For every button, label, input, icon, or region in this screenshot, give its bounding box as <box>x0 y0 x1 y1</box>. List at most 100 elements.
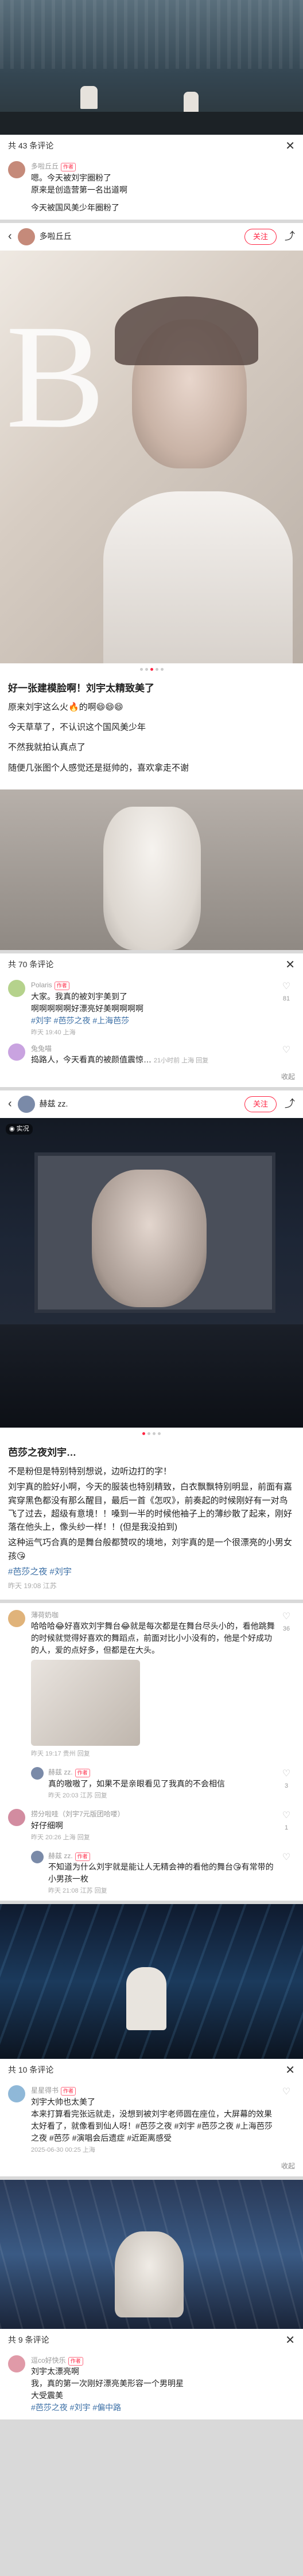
author-badge: 作者 <box>54 981 69 990</box>
comment-meta: 昨天 21:08 江苏 回复 <box>48 1887 107 1895</box>
comment-text: 大受震美 <box>31 2391 63 2401</box>
post-photo-2[interactable] <box>0 789 303 950</box>
like-icon[interactable]: ♡ <box>278 1809 295 1823</box>
carousel-dots <box>0 663 303 675</box>
reply: 赫兹 zz. 作者 真的嗷嗷了，如果不是亲眼看见了我真的不会相信 昨天 20:03… <box>0 1765 303 1805</box>
close-icon[interactable]: ✕ <box>285 140 295 152</box>
stage-photo[interactable] <box>0 0 303 135</box>
post-title: 好一张建模脸啊！刘宇太精致美了 <box>8 682 154 694</box>
comment-text: 今天被国风美少年圈粉了 <box>31 202 119 212</box>
author-badge: 作者 <box>75 1769 90 1778</box>
avatar[interactable] <box>8 2355 25 2372</box>
comment-author[interactable]: 星星得书 <box>31 2086 59 2094</box>
comments-header: 共 43 条评论 ✕ <box>0 135 303 158</box>
close-icon[interactable]: ✕ <box>285 2335 295 2346</box>
back-icon[interactable]: ‹ <box>8 1095 12 1113</box>
panel-post-1: ‹ 多啦丘丘 关注 ⤴ B 好一张建模脸啊！刘宇太精致美了 原来刘宇这么火🔥的啊… <box>0 222 303 950</box>
collapse-button[interactable]: 收起 <box>0 2161 303 2172</box>
comment: 捞分啦哇（刘宇7元版团哈喽） 好仔细啊 昨天 20:26 上海 回复 ♡ 1 <box>0 1805 303 1848</box>
carousel-dots <box>0 1428 303 1440</box>
comment-text: 原来是创造营第一名出道啊 <box>31 185 127 194</box>
comments-header: 共 9 条评论 ✕ <box>0 2329 303 2352</box>
collapse-button[interactable]: 收起 <box>0 1072 303 1082</box>
comment-author[interactable]: 赫兹 zz. <box>48 1852 73 1860</box>
author-bar: ‹ 多啦丘丘 关注 ⤴ <box>0 223 303 251</box>
comment-author[interactable]: 赫兹 zz. <box>48 1768 73 1776</box>
comment: 兔兔喵 捣路人，今天看真的被颜值震惊… 21小时前 上海 回复 ♡ <box>0 1043 303 1072</box>
avatar[interactable] <box>17 228 35 245</box>
comment-text: 刘宇大帅也太美了 <box>31 2097 95 2106</box>
comment-author[interactable]: 捞分啦哇（刘宇7元版团哈喽） <box>31 1809 278 1820</box>
post-text: 这种运气巧合真的是舞台般都赞叹的境地，刘宇真的是一个很漂亮的小男女孩😘 <box>8 1538 293 1561</box>
author-badge: 作者 <box>61 163 76 171</box>
avatar[interactable] <box>8 979 25 997</box>
share-icon[interactable]: ⤴ <box>285 229 295 245</box>
like-icon[interactable]: ♡ <box>278 1851 295 1865</box>
avatar[interactable] <box>8 1043 25 1061</box>
comment-author[interactable]: 兔兔喵 <box>31 1043 278 1054</box>
post-text: 原来刘宇这么火🔥的啊😄😄😄 <box>8 702 123 712</box>
panel-comments-5: 共 9 条评论 ✕ 逗co好快乐 作者 刘宇太漂亮啊 我，真的第一次刚好漂亮美形容… <box>0 2179 303 2420</box>
comment: 多啦丘丘 作者 嗯。今天被刘宇圈粉了 原来是创造营第一名出道啊 今天被国风美少年圈… <box>0 158 303 220</box>
post-tags[interactable]: #芭莎之夜 #刘宇 <box>8 1565 295 1578</box>
live-badge: ◉ 实况 <box>6 1123 33 1135</box>
comment-text: 刘宇太漂亮啊 <box>31 2367 79 2376</box>
follow-button[interactable]: 关注 <box>244 228 277 245</box>
like-icon[interactable]: ♡ <box>278 2085 295 2100</box>
panel-comments-3: 薄荷奶咖 哈哈哈😂好喜欢刘宇舞台😂就是每次都是在舞台尽头小的，看他跳舞的时候就觉… <box>0 1602 303 1901</box>
author-name[interactable]: 多啦丘丘 <box>40 230 244 243</box>
comment-text: 哈哈哈😂好喜欢刘宇舞台😂就是每次都是在舞台尽头小的，看他跳舞的时候就觉得好喜欢的… <box>31 1621 275 1655</box>
comment-text: 好仔细啊 <box>31 1820 63 1830</box>
comment-author[interactable]: 薄荷奶咖 <box>31 1610 278 1621</box>
avatar[interactable] <box>17 1095 35 1113</box>
author-name[interactable]: 赫兹 zz. <box>40 1098 244 1111</box>
comment: 薄荷奶咖 哈哈哈😂好喜欢刘宇舞台😂就是每次都是在舞台尽头小的，看他跳舞的时候就觉… <box>0 1603 303 1765</box>
comment-author[interactable]: Polaris <box>31 981 52 989</box>
author-bar: ‹ 赫兹 zz. 关注 ⤴ <box>0 1090 303 1118</box>
comment-text: 大家。我真的被刘宇美到了 <box>31 991 127 1001</box>
like-count: 36 <box>282 1625 290 1632</box>
comments-header: 共 10 条评论 ✕ <box>0 2059 303 2082</box>
comment-author[interactable]: 逗co好快乐 <box>31 2356 66 2364</box>
comment-meta: 昨天 19:17 贵州 回复 <box>31 1750 90 1758</box>
avatar[interactable] <box>31 1767 44 1780</box>
comment-tags[interactable]: #刘宇 #芭莎之夜 #上海芭莎 <box>31 1015 278 1027</box>
avatar[interactable] <box>8 1609 25 1627</box>
share-icon[interactable]: ⤴ <box>285 1096 295 1112</box>
stage-photo[interactable]: ◉ 实况 <box>0 1117 303 1428</box>
like-icon[interactable]: ♡ <box>278 980 295 994</box>
close-icon[interactable]: ✕ <box>285 2065 295 2076</box>
panel-comments-2: 共 70 条评论 ✕ Polaris 作者 大家。我真的被刘宇美到了 啊啊啊啊啊好… <box>0 953 303 1087</box>
comment-count: 共 10 条评论 <box>8 2065 54 2075</box>
comment-meta: 昨天 20:03 江苏 回复 <box>48 1792 107 1799</box>
avatar[interactable] <box>31 1850 44 1863</box>
comment-meta: 昨天 20:26 上海 回复 <box>31 1834 90 1841</box>
comment: Polaris 作者 大家。我真的被刘宇美到了 啊啊啊啊啊好漂亮好美啊啊啊啊 #刘… <box>0 976 303 1043</box>
avatar[interactable] <box>8 1808 25 1826</box>
comment-meta: 昨天 19:40 上海 <box>31 1029 76 1036</box>
comment-text: 本来打算看完张远就走，没想到被刘宇老师圆在座位，大屏幕的效果太好看了，就像看到仙… <box>31 2109 273 2143</box>
comment-meta: 2025-06-30 00:25 上海 <box>31 2146 95 2153</box>
comment-text: 真的嗷嗷了，如果不是亲眼看见了我真的不会相信 <box>48 1778 225 1788</box>
like-icon[interactable]: ♡ <box>278 1610 295 1624</box>
comment-author[interactable]: 多啦丘丘 <box>31 162 59 170</box>
post-photo[interactable]: B <box>0 250 303 663</box>
close-icon[interactable]: ✕ <box>285 959 295 971</box>
like-icon[interactable]: ♡ <box>278 1043 295 1058</box>
avatar[interactable] <box>8 161 25 178</box>
post-text: 不是粉但是特别特别想说，边听边打的字！ <box>8 1467 172 1477</box>
like-icon[interactable]: ♡ <box>278 1767 295 1781</box>
stage-photo[interactable] <box>0 2179 303 2329</box>
author-badge: 作者 <box>68 2356 83 2366</box>
back-icon[interactable]: ‹ <box>8 228 12 245</box>
comment-photo[interactable] <box>31 1660 140 1746</box>
comment-tags[interactable]: #芭莎之夜 #刘宇 #偏中路 <box>31 2402 295 2414</box>
avatar[interactable] <box>8 2085 25 2103</box>
panel-comments-4: 共 10 条评论 ✕ 星星得书 作者 刘宇大帅也太美了 本来打算看完张远就走，没想… <box>0 1904 303 2176</box>
comment-meta: 21小时前 上海 回复 <box>153 1057 209 1065</box>
post-date: 昨天 19:08 江苏 <box>8 1582 57 1590</box>
comment-text: 嗯。今天被刘宇圈粉了 <box>31 173 111 182</box>
stage-photo[interactable] <box>0 1904 303 2059</box>
comment-text: 我，真的第一次刚好漂亮美形容一个男明星 <box>31 2379 184 2389</box>
follow-button[interactable]: 关注 <box>244 1096 277 1112</box>
